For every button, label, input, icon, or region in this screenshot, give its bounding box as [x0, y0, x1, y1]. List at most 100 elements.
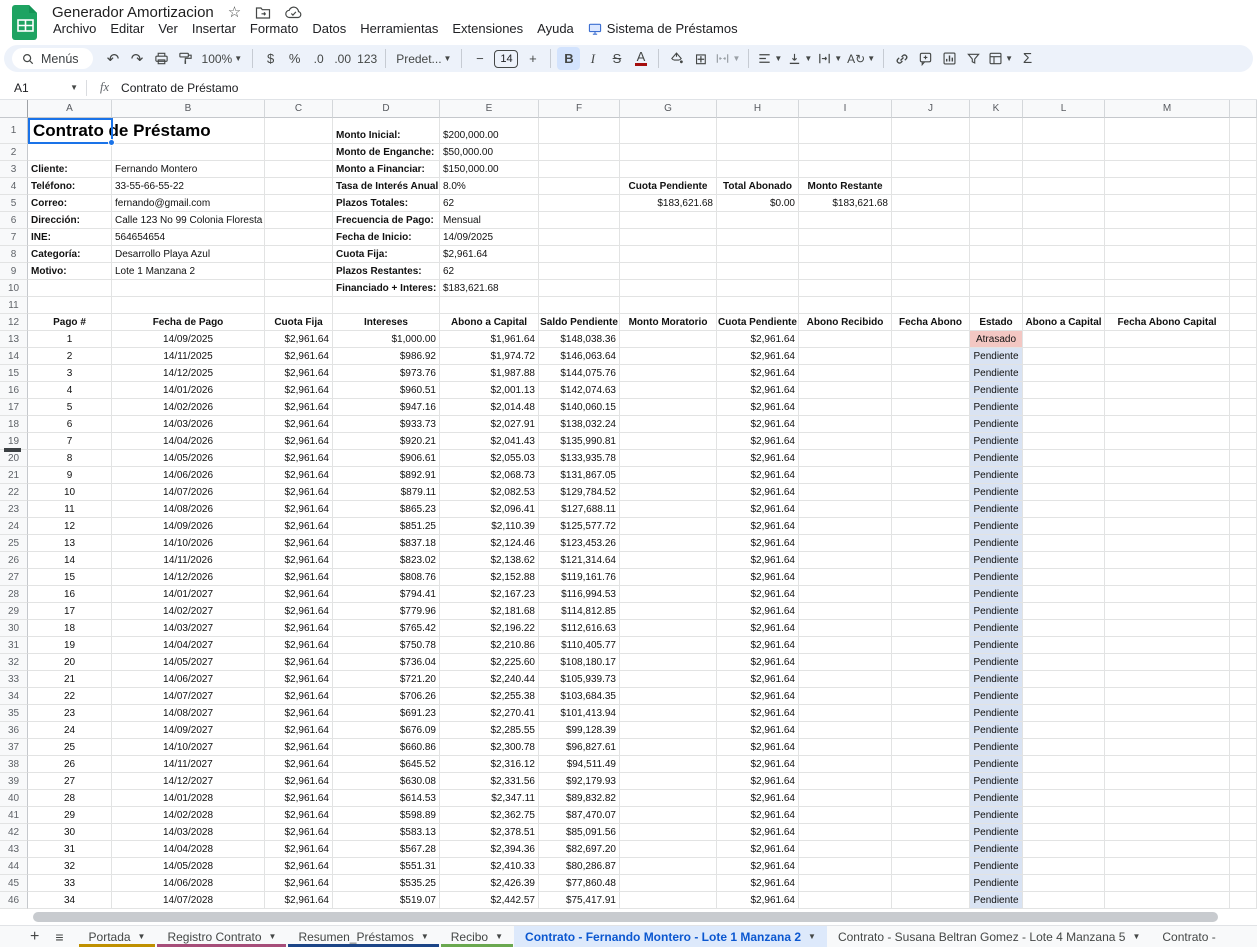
cell-J30[interactable]: [892, 620, 970, 637]
cell-H30[interactable]: $2,961.64: [717, 620, 799, 637]
cell-H35[interactable]: $2,961.64: [717, 705, 799, 722]
cell-G14[interactable]: [620, 348, 717, 365]
cell-D8[interactable]: Cuota Fija:: [333, 246, 440, 263]
cell-A33[interactable]: 21: [28, 671, 112, 688]
cell-x16[interactable]: [1230, 382, 1257, 399]
cell-K27[interactable]: Pendiente: [970, 569, 1023, 586]
format-percent-button[interactable]: %: [283, 47, 306, 70]
cell-I42[interactable]: [799, 824, 892, 841]
cell-I11[interactable]: [799, 297, 892, 314]
cell-D1[interactable]: Monto Inicial:: [333, 118, 440, 144]
cell-B32[interactable]: 14/05/2027: [112, 654, 265, 671]
cell-K30[interactable]: Pendiente: [970, 620, 1023, 637]
row-header-10[interactable]: 10: [0, 280, 28, 297]
fill-color-button[interactable]: [665, 47, 688, 70]
cell-E23[interactable]: $2,096.41: [440, 501, 539, 518]
cell-F41[interactable]: $87,470.07: [539, 807, 620, 824]
cell-B24[interactable]: 14/09/2026: [112, 518, 265, 535]
cell-H17[interactable]: $2,961.64: [717, 399, 799, 416]
row-header-37[interactable]: 37: [0, 739, 28, 756]
cell-G4[interactable]: Cuota Pendiente: [620, 178, 717, 195]
cell-J19[interactable]: [892, 433, 970, 450]
cell-E39[interactable]: $2,331.56: [440, 773, 539, 790]
vertical-align-button[interactable]: ▼: [785, 47, 814, 70]
cell-I44[interactable]: [799, 858, 892, 875]
cell-F15[interactable]: $144,075.76: [539, 365, 620, 382]
column-header-M[interactable]: M: [1105, 100, 1230, 118]
cell-I33[interactable]: [799, 671, 892, 688]
cell-I18[interactable]: [799, 416, 892, 433]
cell-H41[interactable]: $2,961.64: [717, 807, 799, 824]
cell-A20[interactable]: 8: [28, 450, 112, 467]
cell-F42[interactable]: $85,091.56: [539, 824, 620, 841]
move-folder-icon[interactable]: [255, 6, 271, 20]
cell-K33[interactable]: Pendiente: [970, 671, 1023, 688]
cell-B17[interactable]: 14/02/2026: [112, 399, 265, 416]
cell-F1[interactable]: [539, 118, 620, 144]
cell-F45[interactable]: $77,860.48: [539, 875, 620, 892]
cell-x5[interactable]: [1230, 195, 1257, 212]
cell-D32[interactable]: $736.04: [333, 654, 440, 671]
cell-x39[interactable]: [1230, 773, 1257, 790]
cell-J24[interactable]: [892, 518, 970, 535]
cell-E32[interactable]: $2,225.60: [440, 654, 539, 671]
cell-B6[interactable]: Calle 123 No 99 Colonia Floresta: [112, 212, 265, 229]
cell-J26[interactable]: [892, 552, 970, 569]
cell-J39[interactable]: [892, 773, 970, 790]
decrease-decimal-button[interactable]: .0: [307, 47, 330, 70]
cell-E46[interactable]: $2,442.57: [440, 892, 539, 909]
cell-M33[interactable]: [1105, 671, 1230, 688]
font-size-input[interactable]: 14: [494, 50, 518, 68]
cell-C3[interactable]: [265, 161, 333, 178]
cell-I10[interactable]: [799, 280, 892, 297]
functions-button[interactable]: Σ: [1016, 47, 1039, 70]
cell-G12[interactable]: Monto Moratorio: [620, 314, 717, 331]
cell-E37[interactable]: $2,300.78: [440, 739, 539, 756]
cell-G19[interactable]: [620, 433, 717, 450]
cell-F16[interactable]: $142,074.63: [539, 382, 620, 399]
cell-I4[interactable]: Monto Restante: [799, 178, 892, 195]
cell-F23[interactable]: $127,688.11: [539, 501, 620, 518]
sheet-tab-contrato-fernando-montero-lote-1-manzana-2[interactable]: Contrato - Fernando Montero - Lote 1 Man…: [514, 926, 827, 947]
cell-K15[interactable]: Pendiente: [970, 365, 1023, 382]
cell-H22[interactable]: $2,961.64: [717, 484, 799, 501]
cell-G29[interactable]: [620, 603, 717, 620]
cell-J43[interactable]: [892, 841, 970, 858]
insert-link-button[interactable]: [890, 47, 913, 70]
borders-button[interactable]: ⊞: [689, 47, 712, 70]
cell-C39[interactable]: $2,961.64: [265, 773, 333, 790]
cell-C20[interactable]: $2,961.64: [265, 450, 333, 467]
cell-D14[interactable]: $986.92: [333, 348, 440, 365]
cell-K43[interactable]: Pendiente: [970, 841, 1023, 858]
cell-x28[interactable]: [1230, 586, 1257, 603]
row-header-5[interactable]: 5: [0, 195, 28, 212]
cell-A17[interactable]: 5: [28, 399, 112, 416]
cell-M9[interactable]: [1105, 263, 1230, 280]
cell-A38[interactable]: 26: [28, 756, 112, 773]
cell-x37[interactable]: [1230, 739, 1257, 756]
row-header-44[interactable]: 44: [0, 858, 28, 875]
row-header-24[interactable]: 24: [0, 518, 28, 535]
row-header-45[interactable]: 45: [0, 875, 28, 892]
cell-J32[interactable]: [892, 654, 970, 671]
cell-L22[interactable]: [1023, 484, 1105, 501]
cell-G34[interactable]: [620, 688, 717, 705]
cell-G42[interactable]: [620, 824, 717, 841]
cell-B23[interactable]: 14/08/2026: [112, 501, 265, 518]
cell-E38[interactable]: $2,316.12: [440, 756, 539, 773]
cell-L24[interactable]: [1023, 518, 1105, 535]
column-header-F[interactable]: F: [539, 100, 620, 118]
star-icon[interactable]: ☆: [228, 5, 241, 20]
cell-x30[interactable]: [1230, 620, 1257, 637]
cell-C8[interactable]: [265, 246, 333, 263]
cell-C9[interactable]: [265, 263, 333, 280]
cell-H27[interactable]: $2,961.64: [717, 569, 799, 586]
cell-H18[interactable]: $2,961.64: [717, 416, 799, 433]
row-header-1[interactable]: 1: [0, 118, 28, 144]
cell-M29[interactable]: [1105, 603, 1230, 620]
cell-A3[interactable]: Cliente:: [28, 161, 112, 178]
cell-H8[interactable]: [717, 246, 799, 263]
cell-F26[interactable]: $121,314.64: [539, 552, 620, 569]
cell-D2[interactable]: Monto de Enganche:: [333, 144, 440, 161]
cell-B18[interactable]: 14/03/2026: [112, 416, 265, 433]
